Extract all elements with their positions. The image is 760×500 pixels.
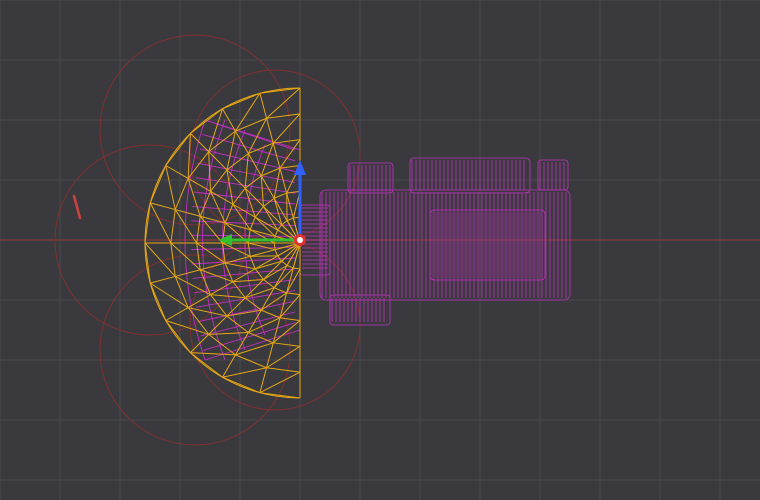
viewport-3d[interactable] <box>0 0 760 500</box>
viewport-orbit-area[interactable] <box>0 0 760 500</box>
